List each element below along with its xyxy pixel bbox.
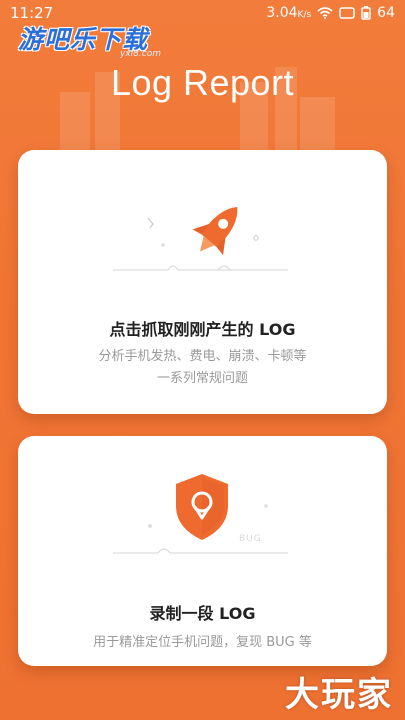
shield-illustration [113, 474, 288, 554]
status-indicators: 3.04K/s 64 [266, 5, 395, 21]
screen-icon [339, 7, 355, 19]
watermark-domain: yxi8.com [120, 49, 161, 59]
rocket-illustration [113, 207, 288, 271]
corner-watermark: 大玩家 [285, 675, 393, 715]
wifi-icon [317, 7, 333, 19]
battery-icon [361, 6, 371, 20]
shield-location-icon [176, 474, 228, 540]
record-log-description: 用于精准定位手机问题，复现 BUG 等 [93, 635, 312, 650]
rocket-icon [192, 207, 238, 256]
network-speed: 3.04K/s [266, 5, 312, 21]
capture-log-description: 分析手机发热、费电、崩溃、卡顿等 一系列常规问题 [98, 349, 307, 386]
capture-log-card[interactable]: 点击抓取刚刚产生的 LOG 分析手机发热、费电、崩溃、卡顿等 一系列常规问题 [18, 150, 387, 414]
record-log-title: 录制一段 LOG [149, 604, 256, 623]
page-title: Log Report [110, 62, 295, 103]
battery-level: 64 [377, 5, 395, 21]
capture-log-title: 点击抓取刚刚产生的 LOG [109, 320, 296, 339]
bug-tag: BUG [239, 534, 262, 544]
record-log-card[interactable]: BUG 录制一段 LOG 用于精准定位手机问题，复现 BUG 等 [18, 436, 387, 666]
